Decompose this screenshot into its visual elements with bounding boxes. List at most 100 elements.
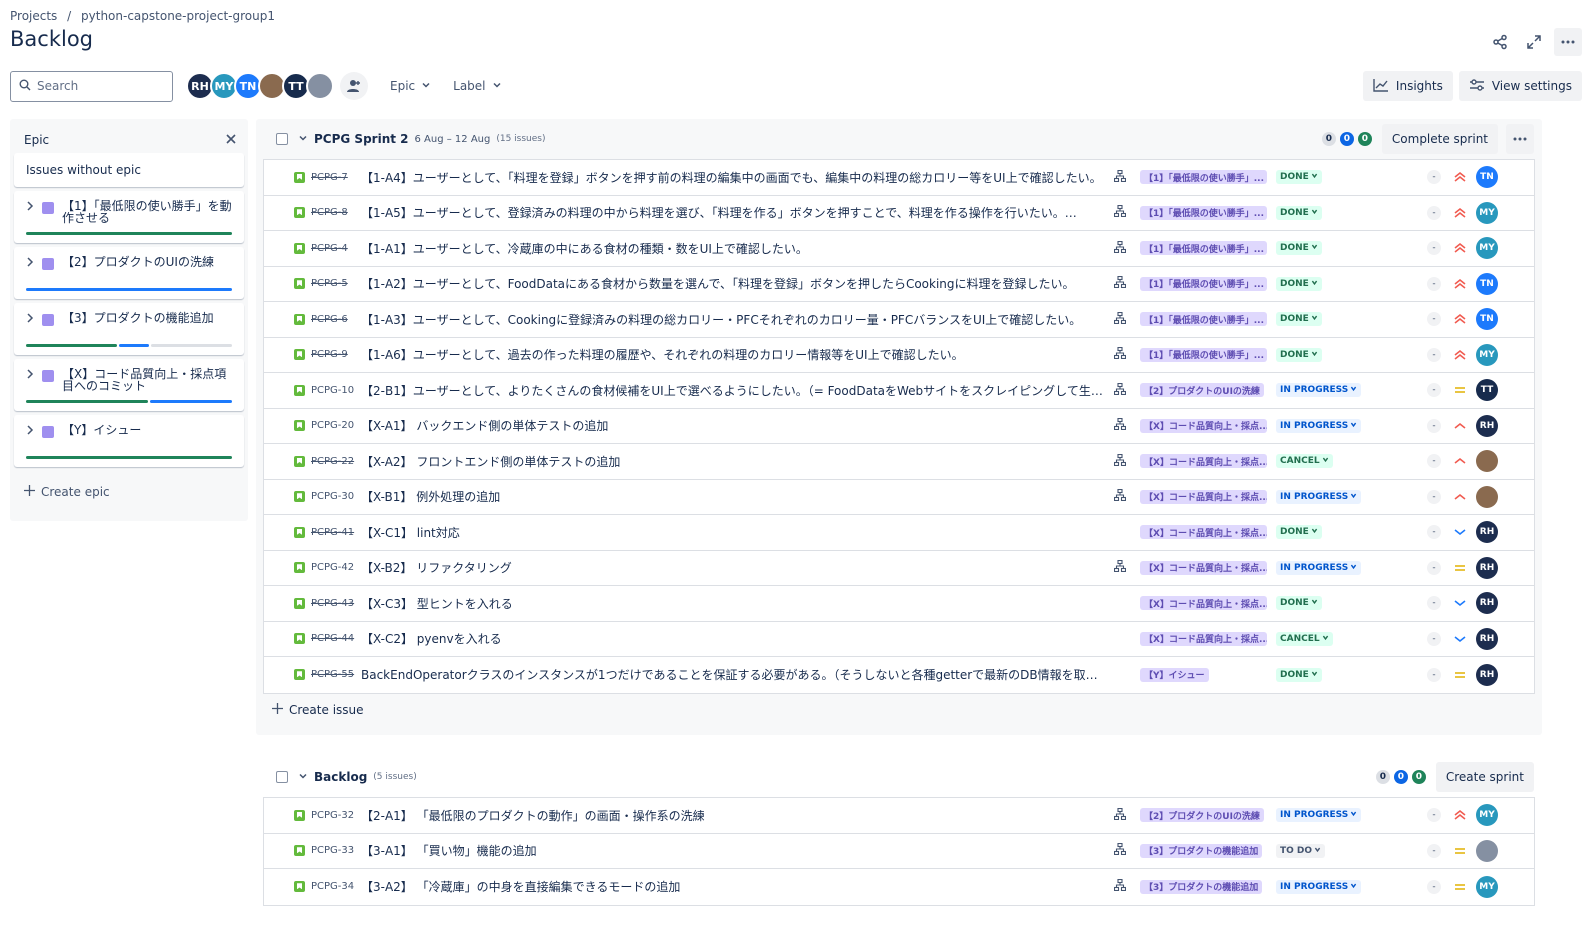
epic-lozenge[interactable]: 【X】コード品質向上・採点... — [1140, 596, 1267, 611]
issue-row[interactable]: PCPG-34 【3-A2】 「冷蔵庫」の中身を直接編集できるモードの追加 【3】プ… — [264, 869, 1534, 905]
epic-lozenge[interactable]: 【1】「最低限の使い勝手」... — [1140, 312, 1267, 327]
chevron-right-icon[interactable] — [26, 313, 34, 326]
assignee-avatar[interactable] — [1476, 450, 1498, 473]
story-points-estimate[interactable]: - — [1427, 418, 1441, 433]
epic-item[interactable]: 【X】コード品質向上・採点項目へのコミット — [14, 359, 244, 411]
issue-summary[interactable]: 【1-A3】ユーザーとして、Cookingに登録済みの料理の総カロリー・PFCそ… — [361, 311, 1109, 328]
story-points-estimate[interactable]: - — [1427, 631, 1441, 646]
story-points-estimate[interactable]: - — [1427, 276, 1441, 291]
story-points-estimate[interactable]: - — [1427, 347, 1441, 362]
issue-key[interactable]: PCPG-32 — [311, 810, 354, 821]
epic-filter[interactable]: Epic — [390, 79, 431, 93]
child-issues-icon[interactable] — [1113, 169, 1127, 185]
epic-lozenge[interactable]: 【2】プロダクトのUIの洗練 — [1140, 808, 1264, 823]
story-points-estimate[interactable]: - — [1427, 241, 1441, 256]
status-dropdown[interactable]: IN PROGRESS — [1276, 418, 1362, 433]
chevron-right-icon[interactable] — [26, 201, 34, 214]
assignee-avatar[interactable]: TN — [1476, 166, 1498, 189]
child-issues-icon[interactable] — [1113, 347, 1127, 362]
epic-item[interactable]: 【Y】イシュー — [14, 415, 244, 467]
issue-key[interactable]: PCPG-44 — [311, 633, 354, 644]
status-dropdown[interactable]: IN PROGRESS — [1276, 489, 1362, 504]
assignee-avatar[interactable]: MY — [1476, 201, 1498, 224]
issue-summary[interactable]: 【1-A1】ユーザーとして、冷蔵庫の中にある食材の種類・数をUI上で確認したい。 — [361, 240, 1109, 257]
assignee-avatar[interactable]: MY — [1476, 875, 1498, 898]
epic-lozenge[interactable]: 【3】プロダクトの機能追加 — [1140, 843, 1263, 858]
priority-low-icon[interactable] — [1452, 525, 1468, 539]
story-points-estimate[interactable]: - — [1427, 170, 1441, 185]
status-dropdown[interactable]: DONE — [1276, 276, 1322, 291]
issue-summary[interactable]: 【X-C1】 lint対応 — [361, 524, 1109, 541]
priority-highest-icon[interactable] — [1452, 312, 1468, 326]
issue-key[interactable]: PCPG-8 — [311, 207, 348, 218]
search-input[interactable] — [37, 79, 157, 93]
epic-lozenge[interactable]: 【X】コード品質向上・採点... — [1140, 454, 1267, 469]
issues-without-epic[interactable]: Issues without epic — [14, 153, 244, 187]
child-issues-icon[interactable] — [1113, 807, 1127, 823]
create-issue-button[interactable]: Create issue — [272, 703, 364, 717]
story-points-estimate[interactable]: - — [1427, 312, 1441, 327]
issue-row[interactable]: PCPG-5 【1-A2】ユーザーとして、FoodDataにある食材から数量を選ん… — [264, 267, 1534, 302]
priority-medium-icon[interactable] — [1452, 383, 1468, 397]
issue-summary[interactable]: 【1-A6】ユーザーとして、過去の作った料理の履歴や、それぞれの料理のカロリー情… — [361, 346, 1109, 363]
status-dropdown[interactable]: IN PROGRESS — [1276, 560, 1362, 575]
issue-key[interactable]: PCPG-33 — [311, 845, 354, 856]
issue-row[interactable]: PCPG-33 【3-A1】 「買い物」機能の追加 【3】プロダクトの機能追加 TO … — [264, 834, 1534, 869]
assignee-avatar[interactable]: RH — [1476, 592, 1498, 615]
assignee-avatar[interactable]: MY — [1476, 237, 1498, 260]
epic-lozenge[interactable]: 【3】プロダクトの機能追加 — [1140, 879, 1263, 894]
chevron-down-icon[interactable] — [298, 132, 308, 146]
epic-lozenge[interactable]: 【Y】イシュー — [1140, 667, 1209, 682]
issue-summary[interactable]: 【3-A1】 「買い物」機能の追加 — [361, 842, 1109, 859]
label-filter[interactable]: Label — [453, 79, 501, 93]
assignee-avatar[interactable]: TT — [1476, 379, 1498, 402]
story-points-estimate[interactable]: - — [1427, 879, 1441, 894]
chevron-right-icon[interactable] — [26, 257, 34, 270]
priority-highest-icon[interactable] — [1452, 277, 1468, 291]
child-issues-icon[interactable] — [1113, 382, 1127, 398]
create-epic-button[interactable]: Create epic — [10, 471, 248, 513]
epic-lozenge[interactable]: 【1】「最低限の使い勝手」... — [1140, 276, 1267, 291]
chevron-down-icon[interactable] — [298, 770, 308, 784]
issue-summary[interactable]: 【3-A2】 「冷蔵庫」の中身を直接編集できるモードの追加 — [361, 878, 1109, 895]
status-dropdown[interactable]: DONE — [1276, 205, 1322, 220]
issue-row[interactable]: PCPG-4 【1-A1】ユーザーとして、冷蔵庫の中にある食材の種類・数をUI上で… — [264, 231, 1534, 267]
priority-high-icon[interactable] — [1452, 419, 1468, 433]
issue-key[interactable]: PCPG-22 — [311, 456, 354, 467]
issue-key[interactable]: PCPG-5 — [311, 278, 348, 289]
chevron-right-icon[interactable] — [26, 369, 34, 382]
story-points-estimate[interactable]: - — [1427, 525, 1441, 540]
assignee-avatar[interactable]: RH — [1476, 663, 1498, 686]
epic-lozenge[interactable]: 【2】プロダクトのUIの洗練 — [1140, 383, 1264, 398]
assignee-avatar[interactable]: RH — [1476, 414, 1498, 437]
issue-key[interactable]: PCPG-41 — [311, 527, 354, 538]
sprint-checkbox[interactable] — [276, 133, 288, 145]
child-issues-icon[interactable] — [1113, 311, 1127, 327]
priority-high-icon[interactable] — [1452, 490, 1468, 504]
epic-lozenge[interactable]: 【1】「最低限の使い勝手」... — [1140, 170, 1267, 185]
more-icon[interactable] — [1554, 28, 1582, 56]
assignee-avatar[interactable] — [1476, 485, 1498, 508]
epic-lozenge[interactable]: 【X】コード品質向上・採点... — [1140, 489, 1267, 504]
sprint-title[interactable]: PCPG Sprint 2 — [314, 132, 409, 146]
issue-key[interactable]: PCPG-42 — [311, 562, 354, 573]
issue-summary[interactable]: 【2-A1】 「最低限のプロダクトの動作」の画面・操作系の洗練 — [361, 807, 1109, 824]
issue-summary[interactable]: 【1-A2】ユーザーとして、FoodDataにある食材から数量を選んで、「料理を… — [361, 275, 1109, 292]
avatar[interactable] — [306, 72, 334, 100]
assignee-avatar[interactable]: TN — [1476, 272, 1498, 295]
complete-sprint-button[interactable]: Complete sprint — [1381, 124, 1498, 154]
epic-lozenge[interactable]: 【1】「最低限の使い勝手」... — [1140, 241, 1267, 256]
epic-lozenge[interactable]: 【X】コード品質向上・採点... — [1140, 525, 1267, 540]
status-dropdown[interactable]: DONE — [1276, 241, 1322, 256]
create-sprint-button[interactable]: Create sprint — [1435, 762, 1534, 792]
expand-icon[interactable] — [1520, 28, 1548, 56]
status-dropdown[interactable]: CANCEL — [1276, 631, 1333, 646]
add-people-icon[interactable] — [340, 72, 368, 100]
close-icon[interactable] — [226, 133, 236, 147]
issue-summary[interactable]: 【X-A2】 フロントエンド側の単体テストの追加 — [361, 453, 1109, 470]
status-dropdown[interactable]: CANCEL — [1276, 454, 1333, 469]
issue-key[interactable]: PCPG-55 — [311, 669, 354, 680]
priority-high-icon[interactable] — [1452, 454, 1468, 468]
child-issues-icon[interactable] — [1113, 205, 1127, 220]
epic-lozenge[interactable]: 【1】「最低限の使い勝手」... — [1140, 347, 1267, 362]
